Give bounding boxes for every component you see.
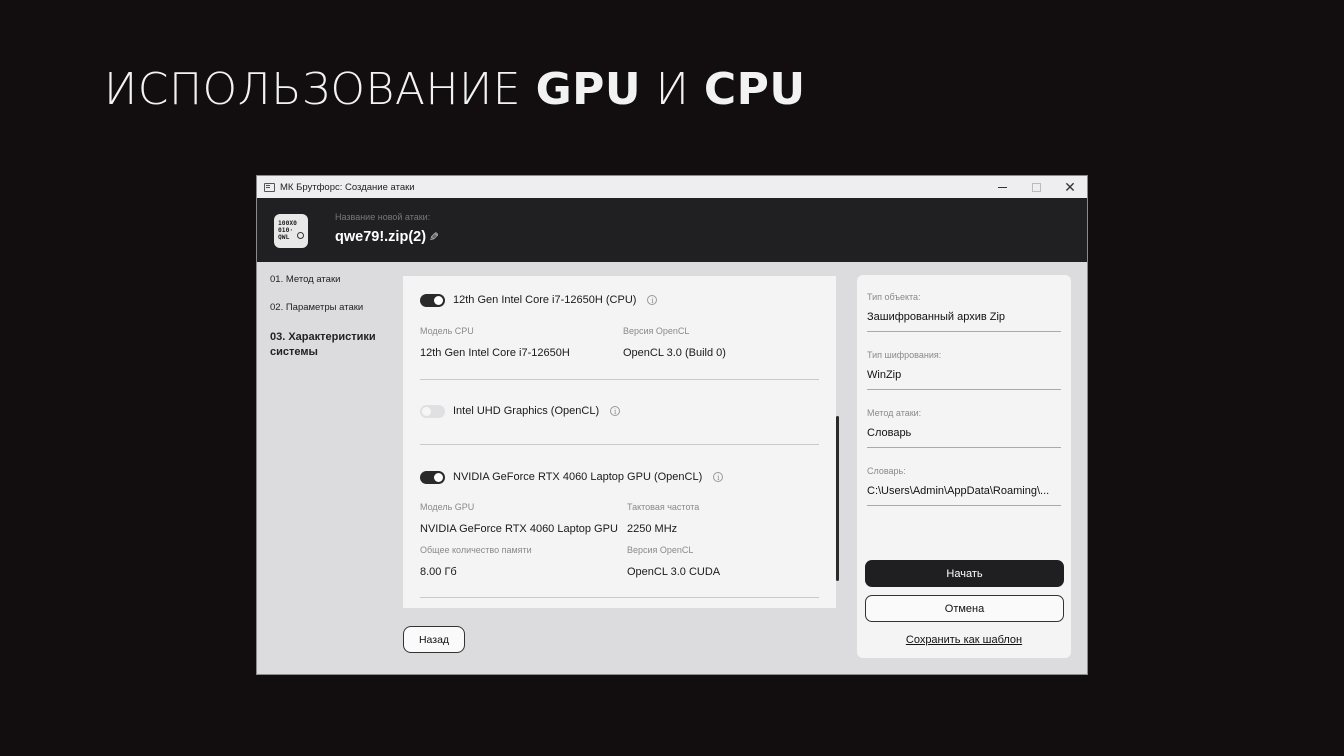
prop-label: Тактовая частота [627, 502, 700, 512]
app-menu-icon [264, 182, 275, 192]
cancel-button[interactable]: Отмена [865, 595, 1064, 622]
step-attack-method[interactable]: 01. Метод атаки [270, 274, 395, 285]
edit-pencil-icon[interactable]: ✎ [427, 230, 439, 244]
gpu-toggle[interactable] [420, 470, 445, 484]
maximize-button[interactable] [1019, 176, 1053, 198]
cpu-model-prop: Модель CPU 12th Gen Intel Core i7-12650H [420, 326, 570, 359]
gpu-memory-prop: Общее количество памяти 8.00 Гб [420, 545, 532, 578]
save-template-link[interactable]: Сохранить как шаблон [857, 634, 1071, 646]
title-mid: И [641, 64, 704, 115]
title-prefix: ИСПОЛЬЗОВАНИЕ [104, 64, 536, 115]
window-controls: ✕ [985, 176, 1087, 198]
step-system-specs[interactable]: 03. Характеристики системы [270, 330, 395, 360]
info-icon[interactable]: i [610, 406, 621, 416]
attack-header: 100X0 010· QWL Название новой атаки: qwe… [257, 198, 1087, 262]
gpu-clock-prop: Тактовая частота 2250 MHz [627, 502, 699, 535]
gpu-model-prop: Модель GPU NVIDIA GeForce RTX 4060 Lapto… [420, 502, 618, 535]
prop-value: 2250 MHz [627, 523, 678, 535]
logo-line: 100X0 [278, 220, 297, 227]
divider [420, 444, 819, 445]
prop-value: 12th Gen Intel Core i7-12650H [420, 347, 570, 359]
prop-value: 8.00 Гб [420, 566, 457, 578]
app-logo: 100X0 010· QWL [274, 214, 308, 248]
devices-panel: 12th Gen Intel Core i7-12650H (CPU) i Мо… [403, 276, 836, 608]
cpu-opencl-prop: Версия OpenCL OpenCL 3.0 (Build 0) [623, 326, 726, 359]
summary-value: C:\Users\Admin\AppData\Roaming\... [867, 485, 1050, 497]
igpu-toggle[interactable] [420, 404, 445, 418]
cpu-device-name: 12th Gen Intel Core i7-12650H (CPU) [453, 294, 637, 306]
prop-label: Модель CPU [420, 326, 474, 336]
igpu-device-name: Intel UHD Graphics (OpenCL) [453, 405, 600, 417]
title-gpu: GPU [535, 64, 642, 115]
cpu-toggle[interactable] [420, 293, 445, 307]
summary-value: Зашифрованный архив Zip [867, 311, 1006, 323]
gpu-device-name: NVIDIA GeForce RTX 4060 Laptop GPU (Open… [453, 471, 703, 483]
attack-name-label: Название новой атаки: [335, 212, 431, 222]
divider [420, 597, 819, 598]
summary-value: WinZip [867, 369, 902, 381]
window-title: МК Брутфорс: Создание атаки [280, 181, 415, 193]
summary-dictionary: Словарь: C:\Users\Admin\AppData\Roaming\… [867, 466, 1061, 506]
prop-label: Модель GPU [420, 502, 475, 512]
summary-attack-method: Метод атаки: Словарь [867, 408, 1061, 448]
summary-object-type: Тип объекта: Зашифрованный архив Zip [867, 292, 1061, 332]
close-button[interactable]: ✕ [1053, 176, 1087, 198]
key-icon [297, 232, 304, 239]
info-icon[interactable]: i [713, 472, 724, 482]
back-button[interactable]: Назад [403, 626, 465, 653]
summary-label: Тип шифрования: [867, 350, 942, 360]
prop-value: NVIDIA GeForce RTX 4060 Laptop GPU [420, 523, 618, 535]
app-window: МК Брутфорс: Создание атаки ✕ 100X0 010·… [256, 175, 1088, 675]
info-icon[interactable]: i [647, 295, 658, 305]
attack-name: qwe79!.zip(2) [335, 229, 427, 245]
summary-label: Тип объекта: [867, 292, 921, 302]
device-gpu: NVIDIA GeForce RTX 4060 Laptop GPU (Open… [420, 469, 819, 485]
divider [420, 379, 819, 380]
minimize-button[interactable] [985, 176, 1019, 198]
prop-label: Общее количество памяти [420, 545, 532, 555]
start-button[interactable]: Начать [865, 560, 1064, 587]
device-cpu: 12th Gen Intel Core i7-12650H (CPU) i [420, 292, 819, 308]
title-bar: МК Брутфорс: Создание атаки ✕ [257, 176, 1087, 198]
summary-panel: Тип объекта: Зашифрованный архив Zip Тип… [857, 275, 1071, 658]
summary-label: Словарь: [867, 466, 906, 476]
device-igpu: Intel UHD Graphics (OpenCL) i [420, 403, 819, 419]
devices-scrollbar[interactable] [836, 416, 839, 581]
slide-title: ИСПОЛЬЗОВАНИЕ GPU И CPU [104, 64, 806, 115]
prop-value: OpenCL 3.0 CUDA [627, 566, 721, 578]
prop-label: Версия OpenCL [623, 326, 690, 336]
title-cpu: CPU [703, 64, 806, 115]
prop-value: OpenCL 3.0 (Build 0) [623, 347, 726, 359]
summary-encryption-type: Тип шифрования: WinZip [867, 350, 1061, 390]
gpu-opencl-prop: Версия OpenCL OpenCL 3.0 CUDA [627, 545, 720, 578]
step-attack-params[interactable]: 02. Параметры атаки [270, 302, 395, 313]
prop-label: Версия OpenCL [627, 545, 694, 555]
steps-nav: 01. Метод атаки 02. Параметры атаки 03. … [270, 274, 395, 377]
summary-value: Словарь [867, 427, 912, 439]
summary-label: Метод атаки: [867, 408, 922, 418]
